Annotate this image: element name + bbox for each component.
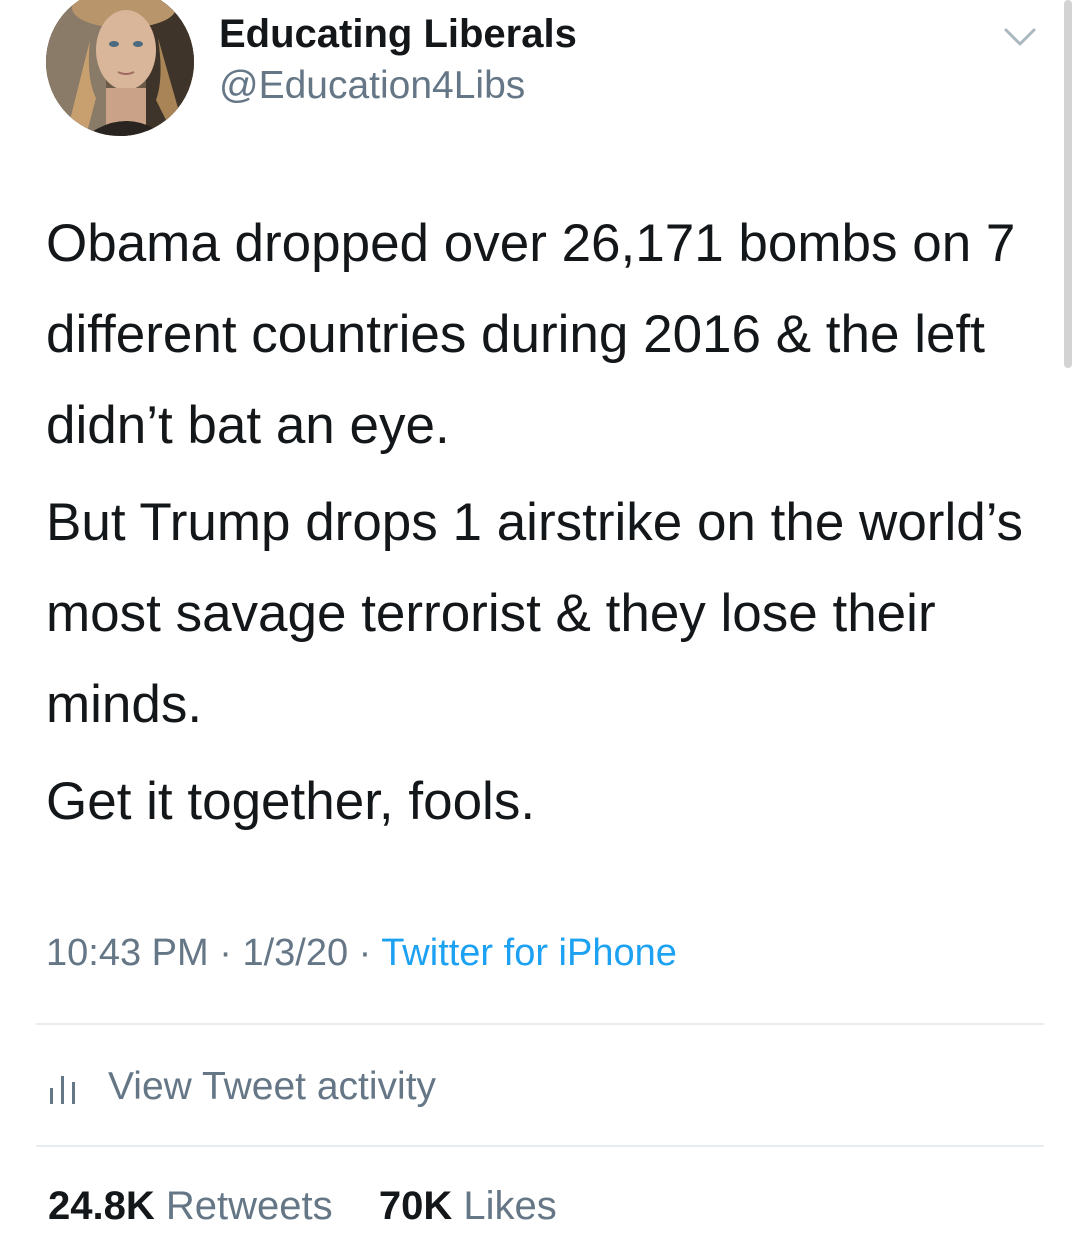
- retweets-count: 24.8K: [48, 1184, 155, 1228]
- likes-label: Likes: [463, 1184, 557, 1228]
- likes-count: 70K: [378, 1184, 453, 1228]
- view-tweet-activity-button[interactable]: View Tweet activity: [48, 1062, 436, 1112]
- tweet-time: 10:43 PM: [46, 932, 209, 974]
- divider: [36, 1023, 1044, 1025]
- tweet-text: Obama dropped over 26,171 bombs on 7 dif…: [46, 198, 1046, 853]
- bar-chart-icon: [50, 1076, 75, 1104]
- user-handle[interactable]: @Education4Libs: [219, 64, 525, 108]
- divider: [36, 1145, 1044, 1147]
- tweet-source-link[interactable]: Twitter for iPhone: [381, 932, 677, 974]
- display-name[interactable]: Educating Liberals: [219, 12, 577, 57]
- retweets-link[interactable]: 24.8K Retweets: [48, 1184, 344, 1228]
- chevron-down-icon[interactable]: [1000, 22, 1040, 52]
- avatar-photo: [46, 0, 194, 136]
- activity-label: View Tweet activity: [108, 1065, 437, 1108]
- meta-separator: ·: [358, 932, 372, 974]
- scrollbar[interactable]: [1064, 0, 1072, 368]
- tweet-paragraph: Obama dropped over 26,171 bombs on 7 dif…: [46, 214, 1016, 455]
- tweet-paragraph: But Trump drops 1 airstrike on the world…: [46, 493, 1024, 734]
- tweet-paragraph: Get it together, fools.: [46, 772, 536, 831]
- retweets-label: Retweets: [165, 1184, 333, 1228]
- tweet-detail: Educating Liberals @Education4Libs Obama…: [0, 0, 1080, 1251]
- avatar[interactable]: [46, 0, 194, 136]
- likes-link[interactable]: 70K Likes: [379, 1184, 557, 1228]
- meta-separator: ·: [219, 932, 232, 974]
- tweet-stats: 24.8K Retweets 70K Likes: [48, 1184, 557, 1229]
- tweet-meta: 10:43 PM · 1/3/20 · Twitter for iPhone: [46, 932, 677, 975]
- tweet-date: 1/3/20: [242, 932, 349, 974]
